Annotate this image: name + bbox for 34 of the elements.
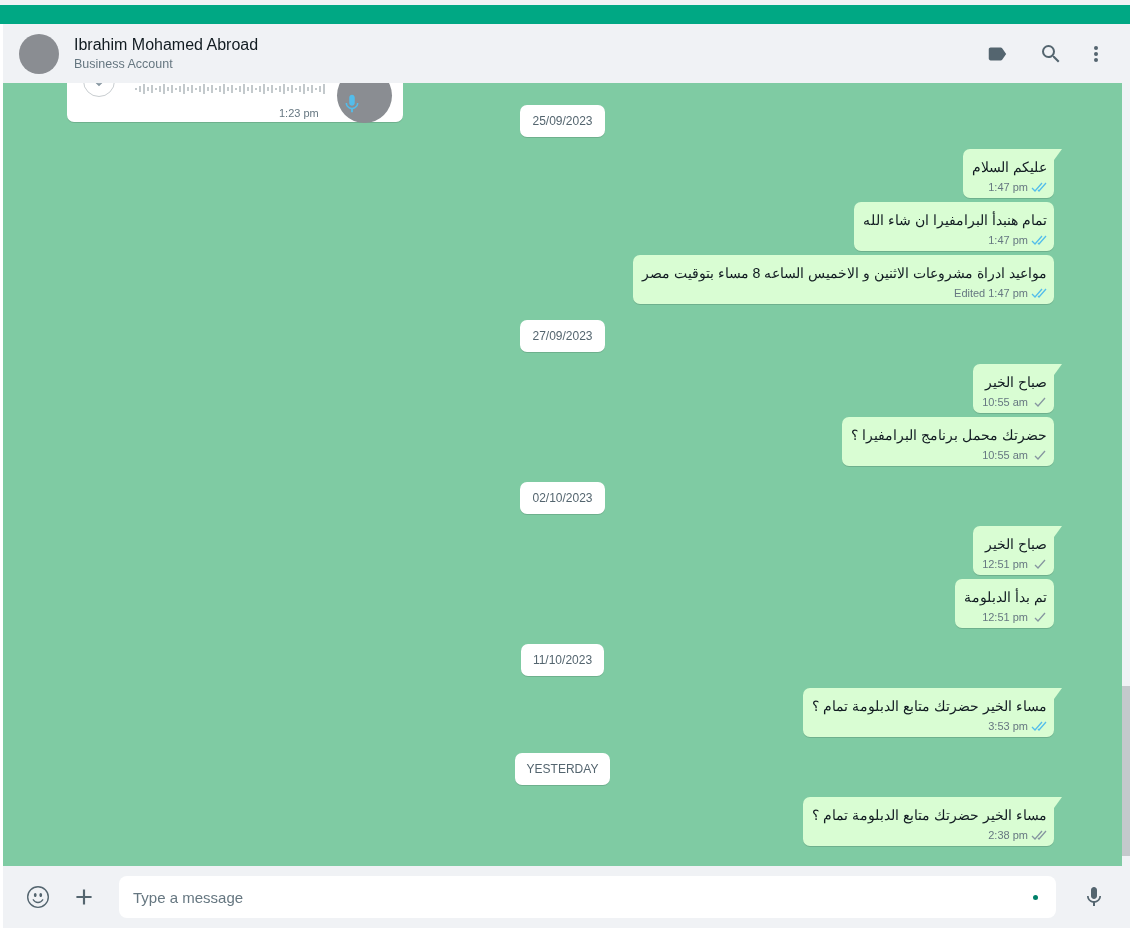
message-text: تم بدأ الدبلومة — [964, 587, 1047, 608]
edited-label: Edited — [954, 287, 986, 299]
message-text: حضرتك محمل برنامج البرامفيرا ؟ — [851, 426, 1047, 446]
date-label: 25/09/2023 — [520, 105, 605, 137]
status-dot-icon — [1033, 895, 1038, 900]
message-text: مساء الخير حضرتك متابع الدبلومة تمام ؟ — [812, 806, 1047, 826]
message-time: 3:53 pm — [988, 720, 1028, 732]
message-text: تمام هنبدأ البرامفيرا ان شاء الله — [863, 210, 1047, 231]
date-label: 02/10/2023 — [520, 482, 605, 514]
message-text: مساء الخير حضرتك متابع الدبلومة تمام ؟ — [812, 697, 1047, 717]
message-time: 1:47 pm — [988, 234, 1028, 246]
contact-name: Ibrahim Mohamed Abroad — [74, 36, 260, 54]
message-time: 1:23 pm — [279, 107, 319, 119]
sender-avatar — [337, 83, 392, 123]
message-time: 12:51 pm — [982, 558, 1028, 570]
avatar[interactable] — [19, 33, 59, 74]
menu-icon — [1094, 45, 1098, 62]
message-time: 1:47 pm — [988, 181, 1028, 193]
emoji-icon — [27, 886, 49, 908]
message-time: 2:38 pm — [988, 829, 1028, 841]
message-text: عليكم السلام — [972, 158, 1047, 178]
message-time: 10:55 am — [982, 449, 1028, 461]
date-label: 27/09/2023 — [520, 320, 605, 352]
message-text: صباح الخير — [985, 373, 1047, 393]
scrollbar-thumb[interactable] — [1122, 686, 1130, 856]
message-time: 12:51 pm — [982, 611, 1028, 623]
message-text: صباح الخير — [985, 535, 1047, 555]
message-time: 10:55 am — [982, 396, 1028, 408]
message-input[interactable]: Type a message — [119, 876, 1056, 918]
contact-subtitle: Business Account — [74, 57, 174, 71]
date-label: 11/10/2023 — [520, 644, 605, 676]
message-text: مواعيد ادراة مشروعات الاثنين و الاخميس الساعه 8 مساء بتوقيت مصر — [641, 264, 1047, 284]
message-time: 1:47 pm — [988, 287, 1028, 299]
date-label: YESTERDAY — [514, 753, 611, 785]
